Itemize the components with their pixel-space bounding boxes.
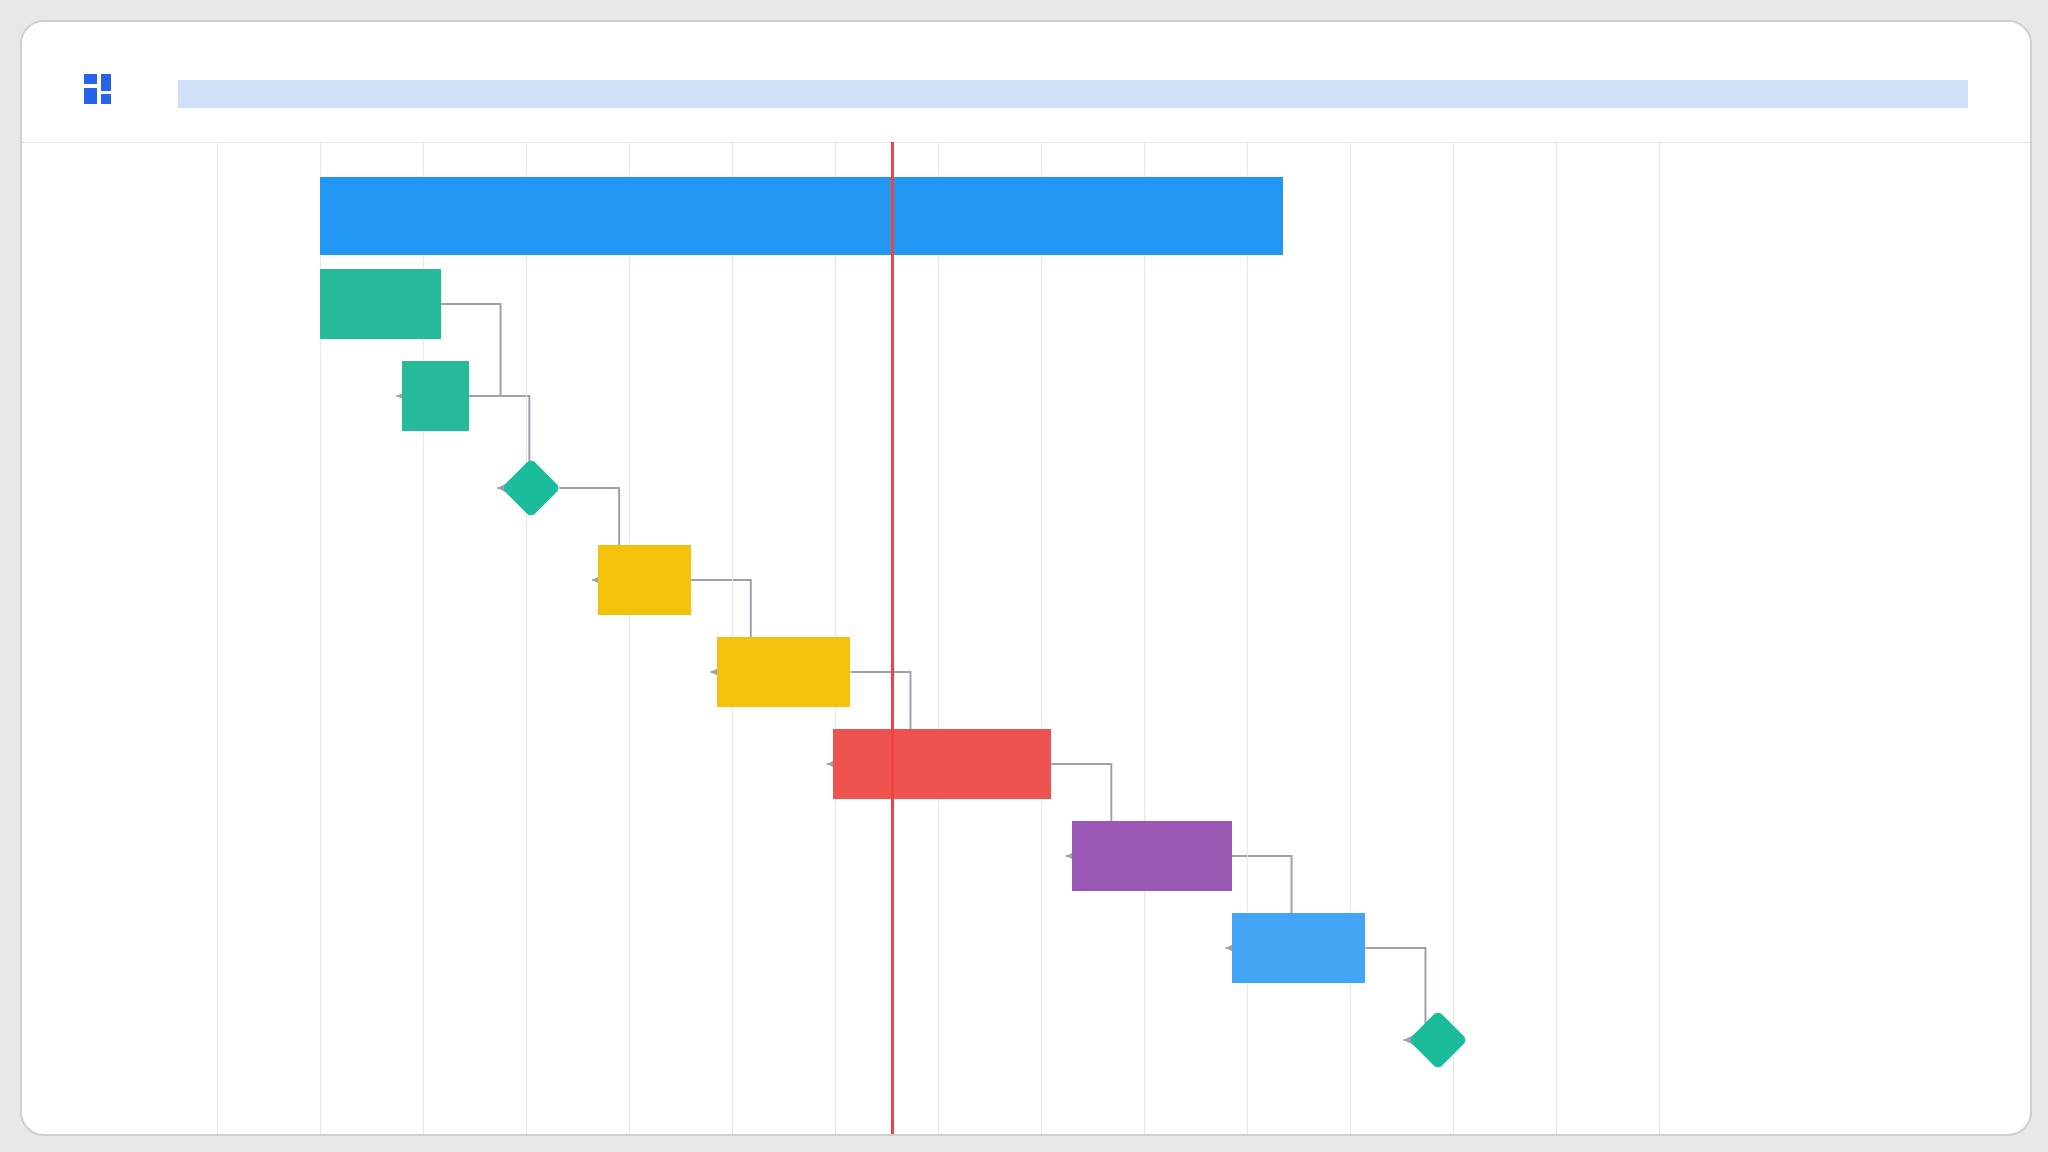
header [22,22,2030,143]
gridline [1659,142,1660,1134]
gridline [1041,142,1042,1134]
gridline [217,142,218,1134]
gridline [526,142,527,1134]
summary-bar[interactable] [320,177,1283,255]
gridline [938,142,939,1134]
task-bar[interactable] [1232,913,1366,983]
task-bar[interactable] [402,361,469,431]
milestone-diamond-icon[interactable] [1408,1010,1467,1069]
task-bar[interactable] [320,269,441,339]
gantt-window [20,20,2032,1136]
app-logo-icon [84,74,114,104]
gridline [1350,142,1351,1134]
gridline [1556,142,1557,1134]
task-bar[interactable] [1072,821,1232,891]
today-marker [891,142,894,1134]
milestone-diamond-icon[interactable] [501,458,560,517]
gridline [1144,142,1145,1134]
title-placeholder [178,80,1968,108]
gridline [1247,142,1248,1134]
task-bar[interactable] [598,545,691,615]
task-bar[interactable] [717,637,851,707]
gantt-chart[interactable] [22,142,2030,1134]
gridline [1453,142,1454,1134]
task-bar[interactable] [833,729,1051,799]
gridline [629,142,630,1134]
